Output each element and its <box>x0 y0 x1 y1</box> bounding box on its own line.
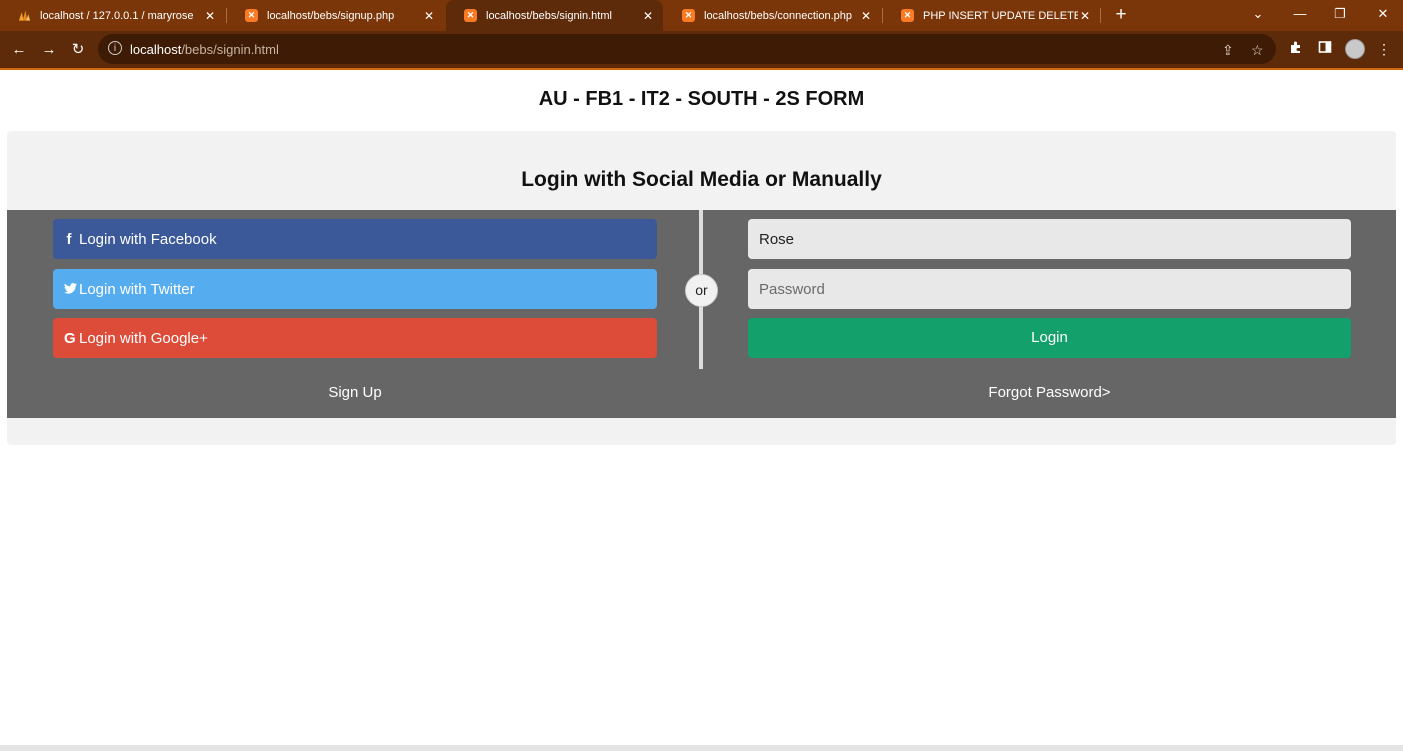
url-path: /bebs/signin.html <box>181 42 279 57</box>
back-icon[interactable]: ← <box>8 39 30 61</box>
side-panel-icon[interactable] <box>1315 39 1335 59</box>
or-separator: or <box>685 274 718 307</box>
tab-title: localhost/bebs/signup.php <box>267 9 395 22</box>
google-login-button[interactable]: G Login with Google+ <box>53 318 657 358</box>
tab-title: localhost/bebs/connection.php <box>704 9 852 22</box>
minimize-icon[interactable]: — <box>1285 4 1315 24</box>
tab-phpmyadmin[interactable]: localhost / 127.0.0.1 / maryrose ✕ <box>0 0 225 31</box>
window-close-icon[interactable]: ✕ <box>1368 4 1398 24</box>
site-info-icon[interactable]: i <box>108 41 122 55</box>
twitter-login-label: Login with Twitter <box>79 280 195 298</box>
password-input[interactable] <box>748 269 1351 309</box>
tab-search-icon[interactable]: ⌄ <box>1243 4 1273 24</box>
bookmark-star-icon[interactable]: ☆ <box>1251 42 1264 59</box>
close-icon[interactable]: ✕ <box>422 9 436 23</box>
tab-connection[interactable]: ✕ localhost/bebs/connection.php ✕ <box>664 0 881 31</box>
tab-title: PHP INSERT UPDATE DELETE SEA <box>923 9 1078 22</box>
new-tab-button[interactable]: + <box>1110 4 1132 26</box>
login-button[interactable]: Login <box>748 318 1351 358</box>
profile-avatar[interactable] <box>1345 39 1365 59</box>
google-icon: G <box>64 329 76 347</box>
close-icon[interactable]: ✕ <box>1078 9 1092 23</box>
xampp-icon: ✕ <box>901 9 914 22</box>
page-title: AU - FB1 - IT2 - SOUTH - 2S FORM <box>538 88 865 110</box>
tab-title: localhost / 127.0.0.1 / maryrose <box>40 9 194 22</box>
card-title: Login with Social Media or Manually <box>521 168 882 191</box>
restore-icon[interactable]: ❐ <box>1325 4 1355 24</box>
tab-php-crud[interactable]: ✕ PHP INSERT UPDATE DELETE SEA ✕ <box>883 0 1100 31</box>
xampp-icon: ✕ <box>464 9 477 22</box>
close-icon[interactable]: ✕ <box>859 9 873 23</box>
login-card: Login with Social Media or Manually f Lo… <box>7 131 1396 445</box>
share-icon[interactable]: ⇪ <box>1222 42 1234 59</box>
browser-toolbar: ← → ↻ i localhost/bebs/signin.html ⇪ ☆ ⋮ <box>0 31 1403 70</box>
username-input[interactable] <box>748 219 1351 259</box>
address-bar[interactable]: i localhost/bebs/signin.html ⇪ ☆ <box>98 34 1276 64</box>
forward-icon[interactable]: → <box>38 39 60 61</box>
google-login-label: Login with Google+ <box>79 329 208 347</box>
login-panel: f Login with Facebook Login with Twitter… <box>7 210 1396 418</box>
tab-title: localhost/bebs/signin.html <box>486 9 612 22</box>
xampp-icon: ✕ <box>245 9 258 22</box>
tab-signin[interactable]: ✕ localhost/bebs/signin.html ✕ <box>446 0 663 31</box>
facebook-login-button[interactable]: f Login with Facebook <box>53 219 657 259</box>
url-text[interactable]: localhost/bebs/signin.html <box>130 42 279 57</box>
close-icon[interactable]: ✕ <box>203 9 217 23</box>
phpmyadmin-icon <box>18 9 31 22</box>
horizontal-scrollbar[interactable] <box>0 745 1403 751</box>
facebook-icon: f <box>66 230 72 248</box>
twitter-login-button[interactable]: Login with Twitter <box>53 269 657 309</box>
tab-strip: localhost / 127.0.0.1 / maryrose ✕ ✕ loc… <box>0 0 1403 31</box>
close-icon[interactable]: ✕ <box>641 9 655 23</box>
menu-kebab-icon[interactable]: ⋮ <box>1374 39 1394 59</box>
twitter-icon <box>64 281 77 298</box>
reload-icon[interactable]: ↻ <box>67 39 89 61</box>
tab-signup[interactable]: ✕ localhost/bebs/signup.php ✕ <box>227 0 444 31</box>
facebook-login-label: Login with Facebook <box>79 230 217 248</box>
forgot-password-link[interactable]: Forgot Password> <box>748 384 1351 401</box>
extensions-icon[interactable] <box>1286 39 1306 59</box>
tab-separator <box>1100 8 1101 23</box>
signup-link[interactable]: Sign Up <box>53 384 657 401</box>
url-host: localhost <box>130 42 182 57</box>
xampp-icon: ✕ <box>682 9 695 22</box>
